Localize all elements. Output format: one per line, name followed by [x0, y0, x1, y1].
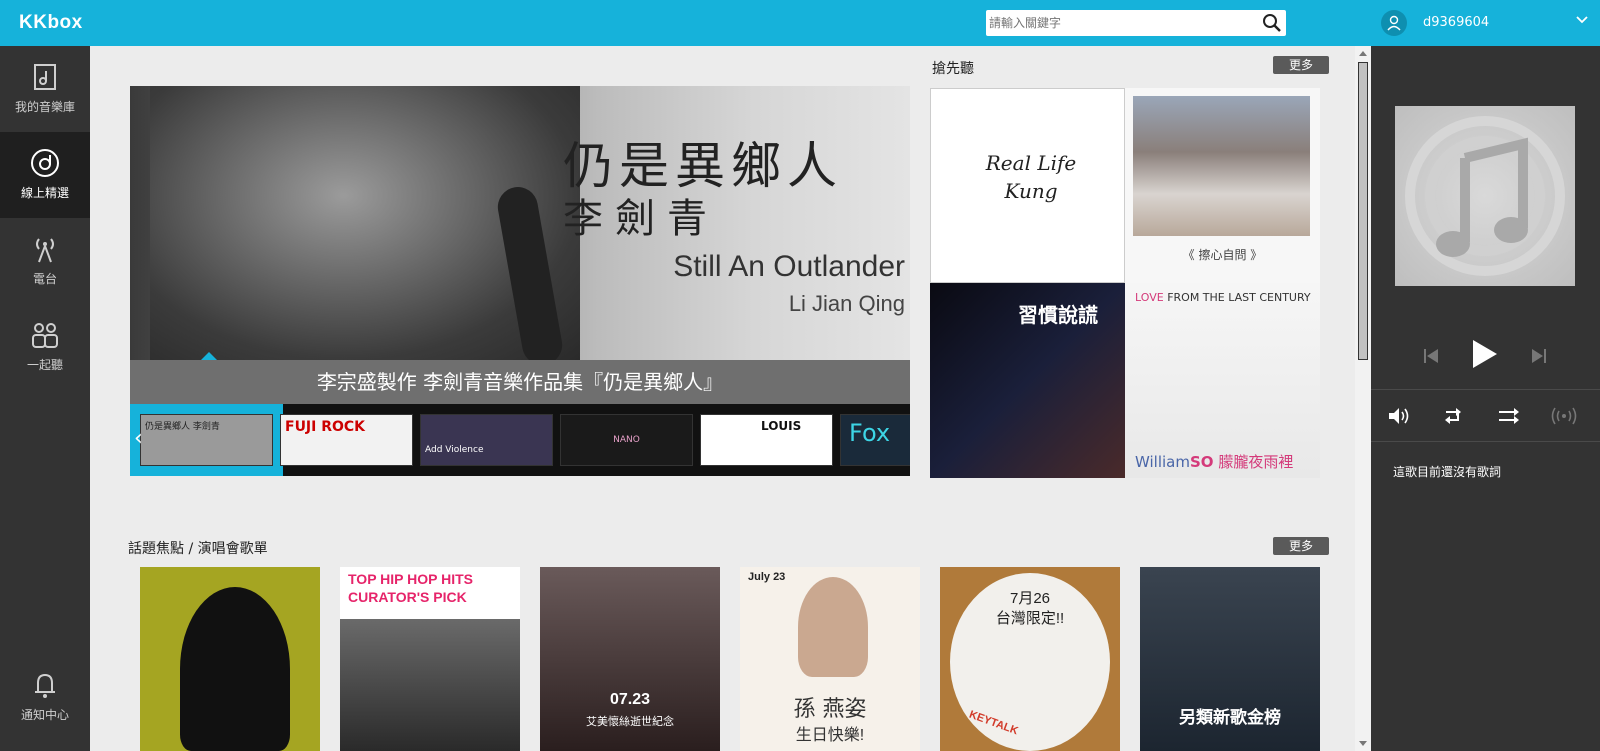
search-box: [986, 10, 1286, 36]
listen-together-icon: [32, 323, 58, 348]
sidebar-item-listen-together[interactable]: 一起聽: [0, 304, 90, 390]
username: d9369604: [1423, 15, 1490, 30]
player-divider: [1371, 441, 1600, 442]
topics-title: 話題焦點 / 演唱會歌單: [128, 541, 268, 557]
user-bar[interactable]: d9369604: [1371, 0, 1600, 46]
main-scrollbar[interactable]: [1355, 46, 1371, 751]
hero-caption[interactable]: 李宗盛製作 李劍青音樂作品集『仍是異鄉人』: [130, 360, 910, 404]
top-bar: KKbox: [0, 0, 1371, 46]
early-listen-grid: Real Life Kung 《 擦心自問 》 習慣說謊 LOVE FROM T…: [930, 88, 1320, 478]
sidebar-item-label: 我的音樂庫: [14, 100, 75, 114]
album-tile[interactable]: Real Life Kung: [930, 88, 1125, 283]
carousel-thumb[interactable]: Fox: [840, 414, 910, 466]
sidebar-item-library[interactable]: 我的音樂庫: [0, 46, 90, 132]
main-content: 仍是異鄉人 李劍青 Still An Outlander Li Jian Qin…: [90, 46, 1340, 751]
avatar[interactable]: [1381, 10, 1407, 36]
carousel-prev-icon[interactable]: ‹: [134, 426, 143, 451]
featured-icon: [31, 149, 59, 177]
now-playing-album-art: [1395, 106, 1575, 286]
scroll-up-icon[interactable]: [1359, 51, 1367, 56]
album-tile[interactable]: LOVE FROM THE LAST CENTURY WilliamSO 朦朧夜…: [1125, 283, 1320, 478]
carousel-thumb[interactable]: 仍是異鄉人 李劍青: [140, 414, 273, 466]
album-photo: [1133, 96, 1310, 236]
sidebar-item-label: 電台: [32, 272, 57, 286]
search-icon[interactable]: [1262, 13, 1282, 33]
album-tile[interactable]: 《 擦心自問 》: [1125, 88, 1320, 283]
topics-more-button[interactable]: 更多: [1273, 537, 1329, 555]
hero-banner[interactable]: 仍是異鄉人 李劍青 Still An Outlander Li Jian Qin…: [130, 86, 910, 360]
kkbox-logo[interactable]: KKbox: [19, 12, 83, 34]
early-listen-more-button[interactable]: 更多: [1273, 56, 1329, 74]
artist-photo: [340, 619, 520, 751]
sidebar-item-label: 線上精選: [20, 186, 69, 200]
caption-pointer: [201, 352, 217, 360]
broadcast-icon[interactable]: [1551, 406, 1577, 426]
topics-cards: TOP HIP HOP HITS CURATOR'S PICK 07.23 艾美…: [140, 567, 1320, 751]
playlist-card[interactable]: July 23 孫 燕姿 生日快樂!: [740, 567, 920, 751]
playlist-card[interactable]: [140, 567, 320, 751]
scroll-thumb[interactable]: [1358, 62, 1368, 360]
playlist-card[interactable]: TOP HIP HOP HITS CURATOR'S PICK: [340, 567, 520, 751]
scroll-down-icon[interactable]: [1359, 741, 1367, 746]
sidebar-item-label: 通知中心: [20, 708, 69, 722]
carousel-thumbnails: 仍是異鄉人 李劍青 FUJI ROCK Add Violence NANO LO…: [130, 404, 910, 476]
early-listen-title: 搶先聽: [932, 61, 974, 77]
player-divider: [1371, 389, 1600, 390]
playlist-card[interactable]: 7月26 台灣限定!! KEYTALK: [940, 567, 1120, 751]
player-panel: d9369604 這歌目前還沒有歌詞: [1371, 0, 1600, 751]
hero-title-en: Still An Outlander: [673, 250, 905, 283]
user-icon: [1387, 15, 1401, 31]
next-icon[interactable]: [1531, 347, 1547, 365]
library-icon: [34, 64, 56, 90]
sidebar-item-label: 一起聽: [26, 358, 63, 372]
carousel-thumb[interactable]: FUJI ROCK: [280, 414, 413, 466]
radio-icon: [36, 238, 54, 263]
silhouette-image: [180, 587, 290, 751]
shuffle-icon[interactable]: [1497, 406, 1521, 426]
previous-icon[interactable]: [1423, 347, 1439, 365]
carousel-thumb[interactable]: NANO: [560, 414, 693, 466]
repeat-icon[interactable]: [1442, 406, 1464, 426]
carousel-thumb[interactable]: LOUIS: [700, 414, 833, 466]
search-input[interactable]: [986, 10, 1252, 36]
album-tile[interactable]: 習慣說謊: [930, 283, 1125, 478]
sidebar: 我的音樂庫 線上精選 電台 一起聽 通知中心: [0, 46, 90, 751]
volume-icon[interactable]: [1387, 406, 1413, 426]
singer-photo: [798, 577, 868, 677]
hero-artist-en: Li Jian Qing: [788, 291, 905, 316]
hero-artist-zh: 李劍青: [563, 196, 719, 242]
sidebar-item-radio[interactable]: 電台: [0, 218, 90, 304]
play-icon[interactable]: [1471, 338, 1499, 370]
bell-icon: [35, 673, 55, 698]
playlist-card[interactable]: 另類新歌金榜: [1140, 567, 1320, 751]
playlist-card[interactable]: 07.23 艾美懷絲逝世紀念: [540, 567, 720, 751]
carousel-thumb[interactable]: Add Violence: [420, 414, 553, 466]
playback-controls: [1371, 335, 1600, 379]
music-note-icon: [1405, 116, 1565, 276]
sidebar-item-notifications[interactable]: 通知中心: [0, 664, 90, 744]
lyrics-message: 這歌目前還沒有歌詞: [1393, 465, 1502, 479]
chevron-down-icon[interactable]: [1575, 13, 1589, 27]
sidebar-item-featured[interactable]: 線上精選: [0, 132, 90, 218]
